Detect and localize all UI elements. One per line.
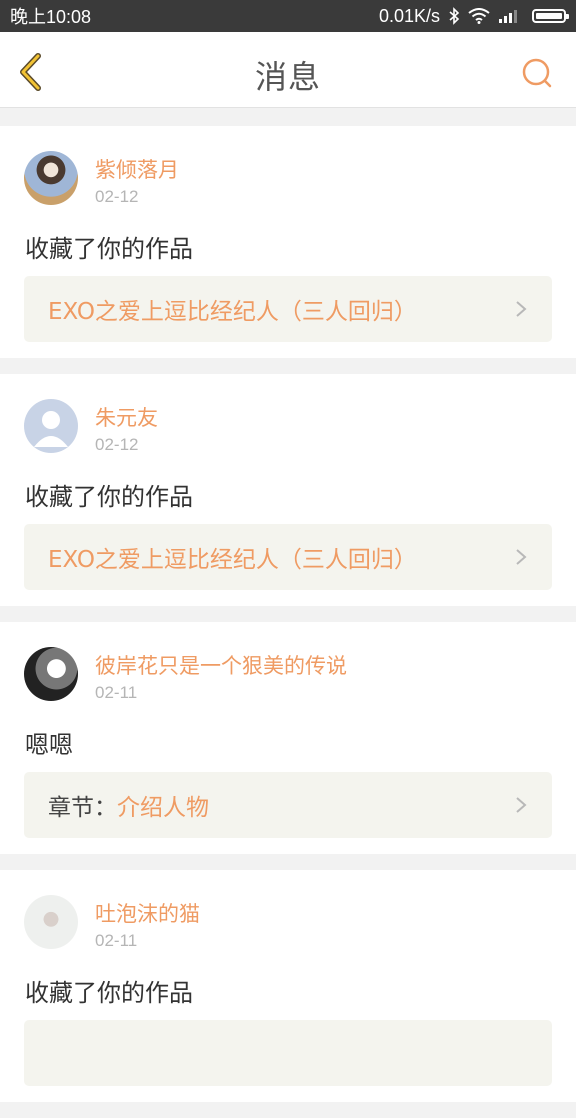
message-content: 收藏了你的作品 [25,483,193,511]
work-link[interactable]: EXO之爱上逗比经纪人（三人回归） [24,524,552,590]
bluetooth-icon [448,7,460,25]
chevron-right-icon [516,301,527,317]
message-card: 紫倾落月 02-12 收藏了你的作品 EXO之爱上逗比经纪人（三人回归） [0,126,576,358]
avatar[interactable] [24,151,78,205]
work-link[interactable]: EXO之爱上逗比经纪人（三人回归） [24,276,552,342]
message-content: 嗯嗯 [25,731,73,759]
status-bar: 晚上10:08 0.01K/s [0,0,576,32]
wifi-icon [468,8,490,24]
username[interactable]: 彼岸花只是一个狠美的传说 [95,650,347,680]
message-date: 02-11 [95,683,138,702]
avatar[interactable] [24,647,78,701]
chapter-title: 介绍人物 [117,795,209,821]
signal-icon [498,8,520,24]
search-icon [522,58,552,88]
message-card: 彼岸花只是一个狠美的传说 02-11 嗯嗯 章节： 介绍人物 [0,622,576,854]
status-time: 晚上10:08 [10,7,92,27]
chapter-link[interactable]: 章节： 介绍人物 [24,772,552,838]
search-button[interactable] [520,56,554,90]
username[interactable]: 朱元友 [95,402,158,432]
message-card: 吐泡沫的猫 02-11 收藏了你的作品 [0,870,576,1102]
work-link[interactable] [24,1020,552,1086]
avatar[interactable] [24,895,78,949]
default-avatar-icon [34,411,68,447]
message-card: 朱元友 02-12 收藏了你的作品 EXO之爱上逗比经纪人（三人回归） [0,374,576,606]
avatar[interactable] [24,399,78,453]
message-date: 02-11 [95,931,138,950]
network-speed: 0.01K/s [378,5,440,26]
username[interactable]: 紫倾落月 [95,154,179,184]
message-date: 02-12 [95,187,139,206]
work-title: EXO之爱上逗比经纪人（三人回归） [48,299,417,325]
chevron-right-icon [516,797,527,813]
message-date: 02-12 [95,435,139,454]
chevron-right-icon [516,549,527,565]
chapter-prefix: 章节： [48,795,117,821]
work-title: EXO之爱上逗比经纪人（三人回归） [48,547,417,573]
nav-bar: 消息 [0,32,576,108]
status-indicators: 0.01K/s [378,5,569,27]
message-content: 收藏了你的作品 [25,979,193,1007]
message-list: 紫倾落月 02-12 收藏了你的作品 EXO之爱上逗比经纪人（三人回归） 朱元友… [0,126,576,1118]
page-title: 消息 [254,58,321,96]
battery-icon [532,9,569,23]
username[interactable]: 吐泡沫的猫 [95,898,200,928]
message-content: 收藏了你的作品 [25,235,193,263]
